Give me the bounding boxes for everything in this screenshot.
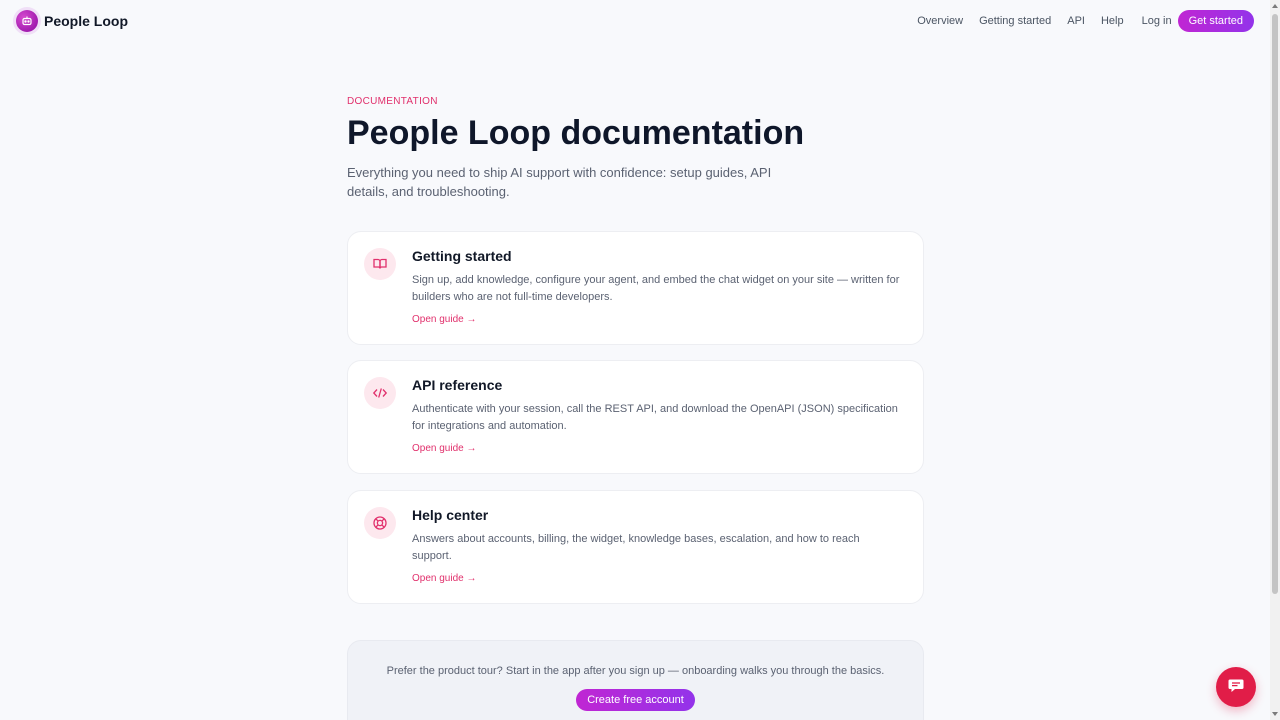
scroll-up-arrow-icon[interactable] [1272,4,1278,8]
get-started-button[interactable]: Get started [1177,10,1254,32]
book-icon [364,248,396,280]
scroll-thumb[interactable] [1272,14,1278,594]
chat-bubble-icon [1227,676,1245,699]
robot-logo-icon [16,10,38,32]
create-free-account-button[interactable]: Create free account [576,689,695,711]
card-description: Answers about accounts, billing, the wid… [412,533,860,562]
docs-main: DOCUMENTATION People Loop documentation … [347,96,924,201]
card-help-center[interactable]: Help center Answers about accounts, bill… [347,490,924,604]
code-icon [364,377,396,409]
card-getting-started[interactable]: Getting started Sign up, add knowledge, … [347,231,924,345]
card-title: Help center [412,507,489,523]
cta-text: Prefer the product tour? Start in the ap… [386,665,885,677]
card-description: Sign up, add knowledge, configure your a… [412,274,900,303]
login-link[interactable]: Log in [1142,15,1172,27]
card-title: API reference [412,377,503,393]
nav-overview[interactable]: Overview [917,15,963,27]
lifebuoy-icon [364,507,396,539]
open-guide-link[interactable]: Open guide → [412,443,477,454]
open-guide-link[interactable]: Open guide → [412,314,477,325]
page-title: People Loop documentation [347,114,805,152]
chat-widget-button[interactable] [1216,667,1256,707]
brand-name: People Loop [44,13,128,29]
nav-getting-started[interactable]: Getting started [979,15,1051,27]
nav-api[interactable]: API [1067,15,1085,27]
nav-help[interactable]: Help [1101,15,1124,27]
card-api-reference[interactable]: API reference Authenticate with your ses… [347,360,924,474]
card-title: Getting started [412,248,512,264]
card-description: Authenticate with your session, call the… [412,403,898,432]
scrollbar[interactable] [1270,0,1280,720]
eyebrow-label: DOCUMENTATION [347,96,438,107]
top-nav: People Loop Overview Getting started API… [0,0,1270,42]
cta-panel: Prefer the product tour? Start in the ap… [347,640,924,720]
open-guide-link[interactable]: Open guide → [412,573,477,584]
page-subtitle: Everything you need to ship AI support w… [347,165,772,199]
scroll-down-arrow-icon[interactable] [1272,712,1278,716]
brand[interactable]: People Loop [16,10,128,32]
main-nav: Overview Getting started API Help Log in… [917,10,1254,32]
